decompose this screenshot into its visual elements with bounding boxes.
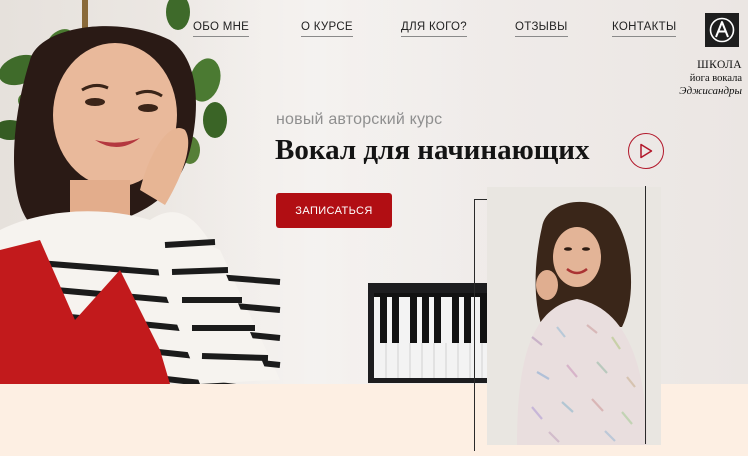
nav-contacts[interactable]: КОНТАКТЫ <box>612 21 677 37</box>
piano-photo <box>368 283 488 383</box>
frame-line-left <box>474 199 475 451</box>
frame-line-right <box>645 186 646 444</box>
hero-subtitle: новый авторский курс <box>276 111 443 128</box>
logo-school-label: ШКОЛА <box>697 59 742 71</box>
logo-subtitle: йога вокала <box>689 73 742 84</box>
logo-a-icon <box>709 17 735 43</box>
logo-author: Эджисандры <box>679 85 742 97</box>
nav-about-course[interactable]: О КУРСЕ <box>301 21 353 37</box>
nav-about-me[interactable]: ОБО МНЕ <box>193 21 250 37</box>
logo-mark[interactable] <box>705 13 739 47</box>
play-icon <box>640 143 653 159</box>
logo-text: ШКОЛА йога вокала Эджисандры <box>660 59 742 98</box>
play-video-button[interactable] <box>628 133 664 169</box>
signup-button[interactable]: ЗАПИСАТЬСЯ <box>276 193 392 228</box>
nav-for-whom[interactable]: ДЛЯ КОГО? <box>401 21 467 37</box>
hero-woman-photo <box>0 26 281 384</box>
frame-line-top <box>474 199 487 200</box>
nav-reviews[interactable]: ОТЗЫВЫ <box>515 21 568 37</box>
portrait-photo <box>487 187 661 445</box>
hero-title: Вокал для начинающих <box>275 134 590 166</box>
